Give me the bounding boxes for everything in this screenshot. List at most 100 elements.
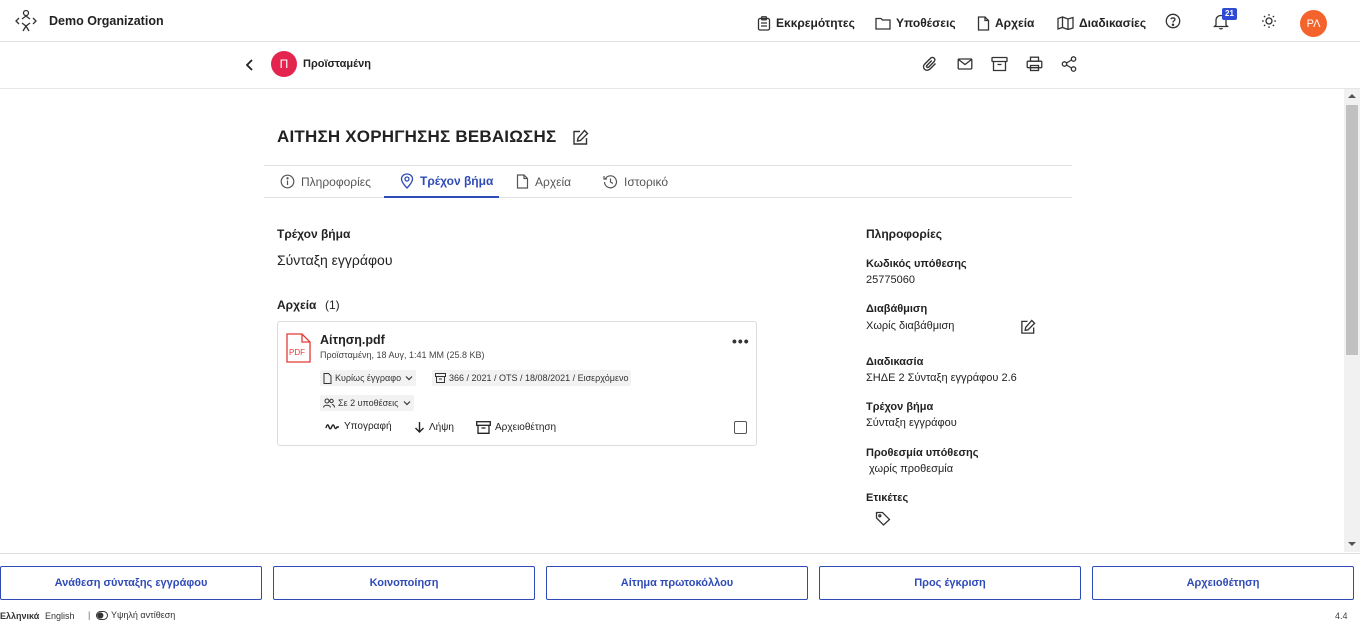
classification-label: Διαβάθμιση — [866, 303, 928, 315]
scrollbar-thumb[interactable] — [1346, 105, 1358, 355]
assign-drafting-button[interactable]: Ανάθεση σύνταξης εγγράφου — [0, 566, 262, 600]
protocol-chip[interactable]: 366 / 2021 / OTS / 18/08/2021 / Εισερχόμ… — [432, 370, 632, 386]
clipboard-icon — [757, 15, 771, 31]
history-clock-icon — [603, 175, 618, 189]
high-contrast-toggle[interactable]: Υψηλή αντίθεση — [96, 610, 175, 620]
procedure-value: ΣΗΔΕ 2 Σύνταξη εγγράφου 2.6 — [866, 372, 1017, 384]
footer: Ελληνικά English | Υψηλή αντίθεση 4.4 — [0, 604, 1360, 624]
archive-box-icon — [476, 421, 491, 434]
folder-icon — [875, 17, 891, 30]
role-avatar: Π — [271, 51, 297, 77]
files-heading: Αρχεία — [277, 298, 317, 312]
location-pin-icon — [400, 172, 414, 189]
linked-cases-label: Σε 2 υποθέσεις — [338, 398, 399, 408]
file-card: PDF Αίτηση.pdf Προϊσταμένη, 18 Αυγ, 1:41… — [277, 321, 757, 446]
tab-files-label: Αρχεία — [535, 174, 572, 189]
notify-button[interactable]: Κοινοποίηση — [273, 566, 535, 600]
users-icon — [323, 398, 335, 408]
attachment-icon[interactable] — [922, 56, 939, 73]
classification-value: Χωρίς διαβάθμιση — [866, 320, 955, 332]
app-version: 4.4 — [1335, 611, 1348, 621]
protocol-request-button[interactable]: Αίτημα πρωτοκόλλου — [546, 566, 808, 600]
tab-info[interactable]: Πληροφορίες — [280, 165, 371, 198]
file-icon — [516, 174, 529, 189]
nav-files-label: Αρχεία — [995, 16, 1035, 30]
archive-button[interactable]: Αρχειοθέτηση — [1092, 566, 1354, 600]
language-greek[interactable]: Ελληνικά — [0, 611, 39, 621]
more-options-icon[interactable]: ••• — [732, 333, 750, 349]
tab-info-label: Πληροφορίες — [301, 174, 371, 189]
nav-pending-label: Εκκρεμότητες — [776, 16, 855, 30]
theme-sun-icon[interactable] — [1261, 13, 1277, 29]
organization-logo-icon[interactable] — [15, 9, 37, 33]
sign-label: Υπογραφή — [344, 421, 392, 432]
user-avatar[interactable]: ΡΛ — [1300, 10, 1327, 37]
document-type-label: Κυρίως έγγραφο — [335, 373, 402, 383]
document-type-chip[interactable]: Κυρίως έγγραφο — [320, 370, 417, 386]
high-contrast-label: Υψηλή αντίθεση — [111, 610, 176, 620]
chevron-down-icon — [403, 401, 410, 406]
archive-file-button[interactable]: Αρχειοθέτηση — [476, 421, 556, 434]
current-step-value: Σύνταξη εγγράφου — [277, 252, 393, 268]
download-label: Λήψη — [429, 422, 454, 433]
case-subheader: Π Προϊσταμένη — [0, 42, 1360, 89]
nav-procedures[interactable]: Διαδικασίες — [1057, 14, 1146, 32]
file-icon — [323, 372, 332, 384]
case-title-row: ΑΙΤΗΣΗ ΧΟΡΗΓΗΣΗΣ ΒΕΒΑΙΩΣΗΣ — [277, 127, 589, 147]
pdf-file-icon[interactable]: PDF — [286, 333, 311, 363]
toggle-switch-icon — [96, 610, 108, 620]
help-icon[interactable] — [1165, 13, 1181, 29]
file-meta: Προϊσταμένη, 18 Αυγ, 1:41 ΜΜ (25.8 KB) — [320, 350, 485, 360]
deadline-label: Προθεσμία υπόθεσης — [866, 447, 979, 459]
top-bar: Demo Organization Εκκρεμότητες Υποθέσεις… — [0, 0, 1360, 42]
case-code-value: 25775060 — [866, 274, 915, 286]
procedure-label: Διαδικασία — [866, 356, 924, 368]
file-name[interactable]: Αίτηση.pdf — [320, 333, 385, 347]
back-arrow-icon[interactable] — [243, 58, 255, 72]
notifications-badge: 21 — [1222, 8, 1237, 20]
files-count: (1) — [325, 298, 340, 312]
role-name: Προϊσταμένη — [303, 58, 371, 70]
nav-cases-label: Υποθέσεις — [896, 16, 956, 30]
footer-separator: | — [88, 610, 91, 620]
case-title: ΑΙΤΗΣΗ ΧΟΡΗΓΗΣΗΣ ΒΕΒΑΙΩΣΗΣ — [277, 127, 557, 146]
protocol-label: 366 / 2021 / OTS / 18/08/2021 / Εισερχόμ… — [449, 373, 629, 383]
nav-files[interactable]: Αρχεία — [977, 14, 1034, 32]
send-for-approval-button[interactable]: Προς έγκριση — [819, 566, 1081, 600]
info-circle-icon — [280, 174, 295, 189]
signature-icon — [325, 423, 339, 429]
share-icon[interactable] — [1061, 56, 1077, 72]
print-icon[interactable] — [1026, 56, 1043, 72]
tab-current-step[interactable]: Τρέχον βήμα — [384, 165, 499, 198]
email-icon[interactable] — [957, 56, 973, 72]
case-code-label: Κωδικός υπόθεσης — [866, 258, 967, 270]
nav-cases[interactable]: Υποθέσεις — [875, 14, 956, 32]
sign-button[interactable]: Υπογραφή — [325, 421, 392, 432]
edit-classification-icon[interactable] — [1020, 319, 1036, 335]
linked-cases-chip[interactable]: Σε 2 υποθέσεις — [320, 395, 414, 411]
scroll-down-arrow-icon[interactable] — [1348, 541, 1356, 547]
scroll-up-arrow-icon[interactable] — [1348, 93, 1356, 99]
current-step-heading: Τρέχον βήμα — [277, 227, 351, 241]
tab-current-step-label: Τρέχον βήμα — [420, 173, 494, 188]
download-arrow-icon — [415, 422, 424, 433]
info-current-step-value: Σύνταξη εγγράφου — [866, 417, 957, 429]
pdf-label: PDF — [289, 348, 305, 357]
language-english[interactable]: English — [45, 611, 75, 621]
edit-title-icon[interactable] — [572, 128, 589, 146]
tags-label: Ετικέτες — [866, 492, 909, 504]
deadline-value: χωρίς προθεσμία — [866, 463, 954, 475]
file-select-checkbox[interactable] — [734, 421, 747, 434]
tab-history-label: Ιστορικό — [624, 174, 669, 189]
archive-box-icon — [435, 373, 446, 383]
nav-procedures-label: Διαδικασίες — [1079, 16, 1147, 30]
organization-name[interactable]: Demo Organization — [49, 14, 164, 28]
tab-history[interactable]: Ιστορικό — [603, 165, 668, 198]
tab-files[interactable]: Αρχεία — [516, 165, 571, 198]
nav-pending[interactable]: Εκκρεμότητες — [757, 14, 855, 32]
download-button[interactable]: Λήψη — [414, 421, 454, 434]
archive-file-label: Αρχειοθέτηση — [495, 422, 557, 433]
info-current-step-label: Τρέχον βήμα — [866, 401, 934, 413]
tag-icon[interactable] — [875, 511, 891, 526]
archive-box-icon[interactable] — [991, 56, 1008, 72]
